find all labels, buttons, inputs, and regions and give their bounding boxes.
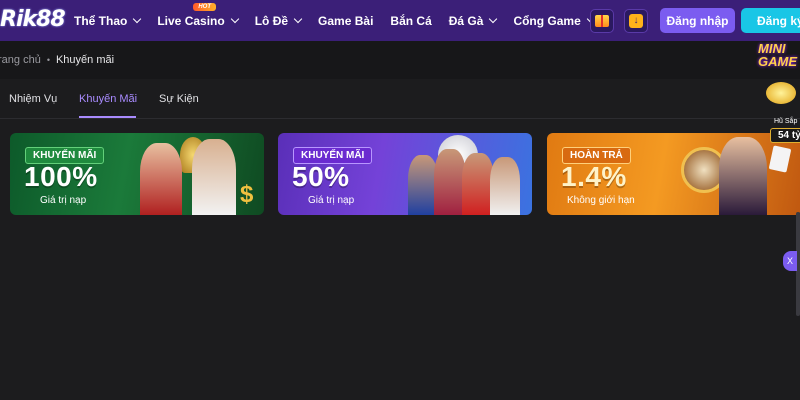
promo-artwork: $	[120, 133, 264, 215]
download-button[interactable]: ↓	[624, 9, 648, 33]
chevron-down-icon	[230, 14, 239, 23]
promo-card-cashback[interactable]: HOÀN TRẢ 1.4% Không giới hạn	[547, 133, 800, 215]
nav-item-lo-de[interactable]: Lô Đề	[254, 13, 303, 28]
chevron-down-icon	[133, 14, 142, 23]
model-figure	[719, 137, 767, 215]
active-tab-indicator	[79, 116, 136, 118]
promo-value: 1.4%	[561, 161, 627, 192]
nav-item-cong-game[interactable]: Cổng Game	[513, 13, 596, 28]
promo-tabs: Nhiệm Vụ Khuyến Mãi Sự Kiện	[0, 79, 800, 119]
promo-card-deposit-100[interactable]: KHUYẾN MÃI 100% Giá trị nạp $	[10, 133, 264, 215]
chevron-down-icon	[293, 14, 303, 23]
top-header: Rik88 Thể Thao HOT Live Casino Lô Đề Gam…	[0, 0, 800, 41]
nav-label: Live Casino	[157, 13, 225, 28]
mini-game-caption: Hũ Sắp	[774, 118, 798, 125]
player-figure	[490, 157, 520, 215]
nav-item-da-ga[interactable]: Đá Gà	[448, 13, 498, 28]
brand-logo[interactable]: Rik88	[0, 4, 68, 36]
tab-khuyen-mai[interactable]: Khuyến Mãi	[79, 93, 137, 105]
dollar-icon: $	[240, 181, 254, 208]
player-figure	[192, 139, 236, 215]
model-figure	[140, 143, 182, 215]
nav-item-the-thao[interactable]: Thể Thao	[74, 13, 142, 28]
breadcrumb: rang chủ • Khuyến mãi	[0, 41, 800, 79]
promo-value: 100%	[24, 161, 98, 192]
gift-icon	[595, 15, 609, 27]
coin-icon	[766, 82, 796, 104]
promo-artwork	[667, 133, 800, 215]
register-button[interactable]: Đăng ký	[741, 8, 800, 33]
playing-card-icon	[768, 145, 792, 173]
close-button[interactable]: X	[783, 251, 797, 271]
nav-label: Cổng Game	[513, 13, 581, 28]
nav-label: Bắn Cá	[390, 13, 432, 28]
gift-button[interactable]	[590, 9, 614, 33]
promo-subtitle: Giá trị nạp	[40, 195, 87, 206]
tab-su-kien[interactable]: Sự Kiện	[159, 93, 199, 105]
nav-item-game-bai[interactable]: Game Bài	[318, 14, 373, 28]
promo-subtitle: Giá trị nạp	[308, 195, 355, 206]
login-button[interactable]: Đăng nhập	[660, 8, 735, 33]
nav-label: Lô Đề	[254, 13, 289, 28]
nav-item-live-casino[interactable]: HOT Live Casino	[157, 2, 239, 28]
promo-card-deposit-50[interactable]: KHUYẾN MÃI 50% Giá trị nạp	[278, 133, 532, 215]
jackpot-amount: 54 tỷ	[770, 128, 800, 143]
breadcrumb-home[interactable]: rang chủ	[0, 54, 41, 66]
breadcrumb-separator: •	[46, 55, 50, 65]
chevron-down-icon	[489, 14, 498, 23]
download-icon: ↓	[629, 14, 643, 28]
main-nav: Thể Thao HOT Live Casino Lô Đề Game Bài …	[74, 0, 611, 41]
promo-subtitle: Không giới hạn	[567, 195, 635, 206]
hot-badge: HOT	[193, 2, 217, 11]
nav-label: Thể Thao	[74, 13, 128, 28]
nav-item-ban-ca[interactable]: Bắn Cá	[390, 14, 431, 28]
promo-value: 50%	[292, 161, 350, 192]
nav-label: Game Bài	[318, 13, 374, 28]
promo-artwork	[398, 133, 532, 215]
breadcrumb-current: Khuyến mãi	[55, 54, 115, 66]
mini-game-widget[interactable]: MINI GAME Hũ Sắp	[758, 42, 800, 142]
tab-nhiem-vu[interactable]: Nhiệm Vụ	[9, 93, 57, 105]
mini-game-title: MINI GAME	[758, 41, 797, 69]
nav-label: Đá Gà	[448, 13, 484, 28]
